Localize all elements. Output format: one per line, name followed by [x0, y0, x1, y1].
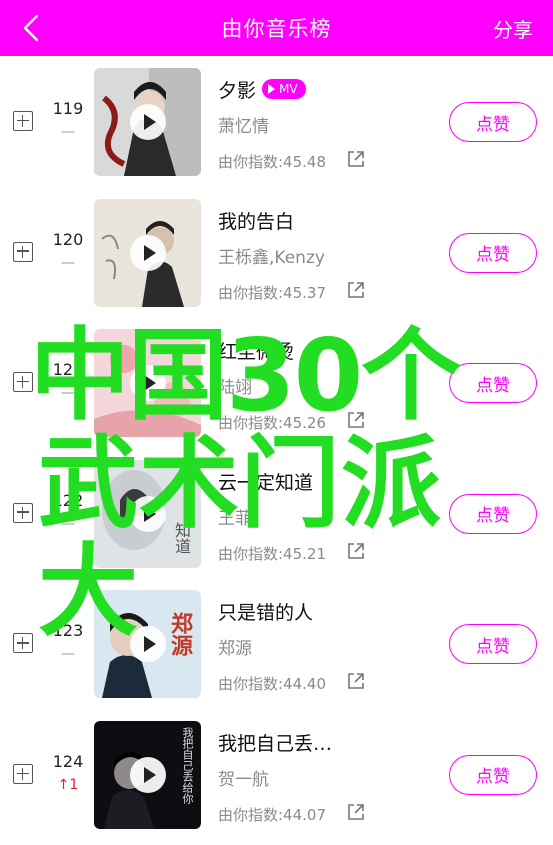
popularity-index: 由你指数:44.40 — [218, 675, 326, 694]
rank-number: 120 — [52, 229, 84, 249]
list-item[interactable]: 119 — 夕影 MV 萧忆情 由你指数:45.48 点赞 — [0, 56, 553, 187]
external-link-icon[interactable] — [347, 150, 365, 168]
album-cover[interactable]: 知道 — [94, 459, 201, 568]
list-item[interactable]: 120 — 我的告白 王栎鑫,Kenzy 由你指数:45.37 点赞 — [0, 187, 553, 318]
play-triangle-icon — [268, 84, 276, 94]
external-link-icon[interactable] — [347, 411, 365, 429]
add-to-playlist-icon[interactable] — [13, 372, 33, 393]
list-item[interactable]: 124 ↑1 我把自己丢给你 我把自己丢… 贺一航 由你指数:44.07 点赞 — [0, 709, 553, 840]
list-item[interactable]: 123 — 郑源 只是错的人 郑源 由你指数:44.40 点赞 — [0, 578, 553, 709]
rank-number: 121 — [52, 360, 84, 380]
artist-name[interactable]: 贺一航 — [218, 765, 269, 790]
song-title[interactable]: 只是错的人 — [218, 598, 313, 625]
play-icon[interactable] — [129, 626, 166, 663]
add-to-playlist-icon[interactable] — [13, 633, 33, 654]
popularity-index: 由你指数:45.21 — [218, 544, 326, 563]
like-button[interactable]: 点赞 — [449, 363, 537, 404]
list-item[interactable]: 121 — 红尘微烫 陆翊 由你指数:45.26 点赞 — [0, 317, 553, 448]
play-icon[interactable] — [129, 365, 166, 402]
song-title[interactable]: 我的告白 — [218, 207, 294, 234]
artist-name[interactable]: 陆翊 — [218, 373, 252, 398]
popularity-index: 由你指数:45.37 — [218, 283, 326, 302]
add-to-playlist-icon[interactable] — [13, 241, 33, 262]
song-title[interactable]: 我把自己丢… — [218, 729, 332, 756]
album-cover[interactable]: 郑源 — [94, 590, 201, 699]
artist-name[interactable]: 王栎鑫,Kenzy — [218, 243, 325, 268]
artist-name[interactable]: 郑源 — [218, 634, 252, 659]
cover-text: 知道 — [172, 521, 191, 554]
chart-list: 119 — 夕影 MV 萧忆情 由你指数:45.48 点赞 120 — 我的告白… — [0, 56, 553, 840]
popularity-index: 由你指数:44.07 — [218, 805, 326, 824]
album-cover[interactable] — [94, 198, 201, 307]
external-link-icon[interactable] — [347, 803, 365, 821]
mv-badge[interactable]: MV — [262, 79, 306, 99]
arrow-up-icon: ↑ — [57, 776, 70, 793]
rank-trend: — — [61, 646, 75, 663]
like-button[interactable]: 点赞 — [449, 624, 537, 665]
list-item[interactable]: 122 — 知道 云一定知道 王菲 由你指数:45.21 点赞 — [0, 448, 553, 579]
rank-trend: — — [61, 124, 75, 140]
rank-trend: — — [61, 515, 75, 532]
rank-number: 122 — [52, 490, 84, 510]
album-cover[interactable] — [94, 68, 201, 176]
rank-number: 119 — [52, 99, 84, 118]
album-cover[interactable] — [94, 329, 201, 438]
like-button[interactable]: 点赞 — [449, 102, 537, 142]
top-bar: 由你音乐榜 分享 — [0, 0, 553, 56]
play-icon[interactable] — [129, 756, 166, 793]
play-icon[interactable] — [129, 495, 166, 532]
external-link-icon[interactable] — [347, 672, 365, 690]
external-link-icon[interactable] — [347, 542, 365, 560]
song-title[interactable]: 夕影 MV — [218, 76, 306, 103]
rank-trend: — — [61, 385, 75, 402]
add-to-playlist-icon[interactable] — [13, 111, 33, 131]
cover-text: 我把自己丢给你 — [181, 726, 194, 804]
like-button[interactable]: 点赞 — [449, 754, 537, 795]
play-icon[interactable] — [129, 234, 166, 271]
play-icon[interactable] — [129, 104, 166, 140]
popularity-index: 由你指数:45.26 — [218, 414, 326, 433]
add-to-playlist-icon[interactable] — [13, 502, 33, 523]
song-title[interactable]: 云一定知道 — [218, 468, 313, 495]
back-button[interactable] — [18, 13, 44, 43]
artist-name[interactable]: 王菲 — [218, 504, 252, 529]
add-to-playlist-icon[interactable] — [13, 763, 33, 784]
share-button[interactable]: 分享 — [493, 14, 533, 43]
album-cover[interactable]: 我把自己丢给你 — [94, 720, 201, 829]
rank-trend: — — [61, 254, 75, 271]
page-title: 由你音乐榜 — [221, 17, 332, 41]
rank-number: 124 — [52, 751, 84, 771]
cover-text: 郑源 — [167, 612, 192, 657]
popularity-index: 由你指数:45.48 — [218, 153, 326, 171]
rank-trend: ↑1 — [57, 776, 79, 793]
like-button[interactable]: 点赞 — [449, 232, 537, 273]
rank-number: 123 — [52, 621, 84, 641]
chevron-left-icon — [23, 14, 39, 42]
external-link-icon[interactable] — [347, 281, 365, 299]
song-title[interactable]: 红尘微烫 — [218, 337, 294, 364]
artist-name[interactable]: 萧忆情 — [218, 112, 269, 137]
like-button[interactable]: 点赞 — [449, 493, 537, 534]
